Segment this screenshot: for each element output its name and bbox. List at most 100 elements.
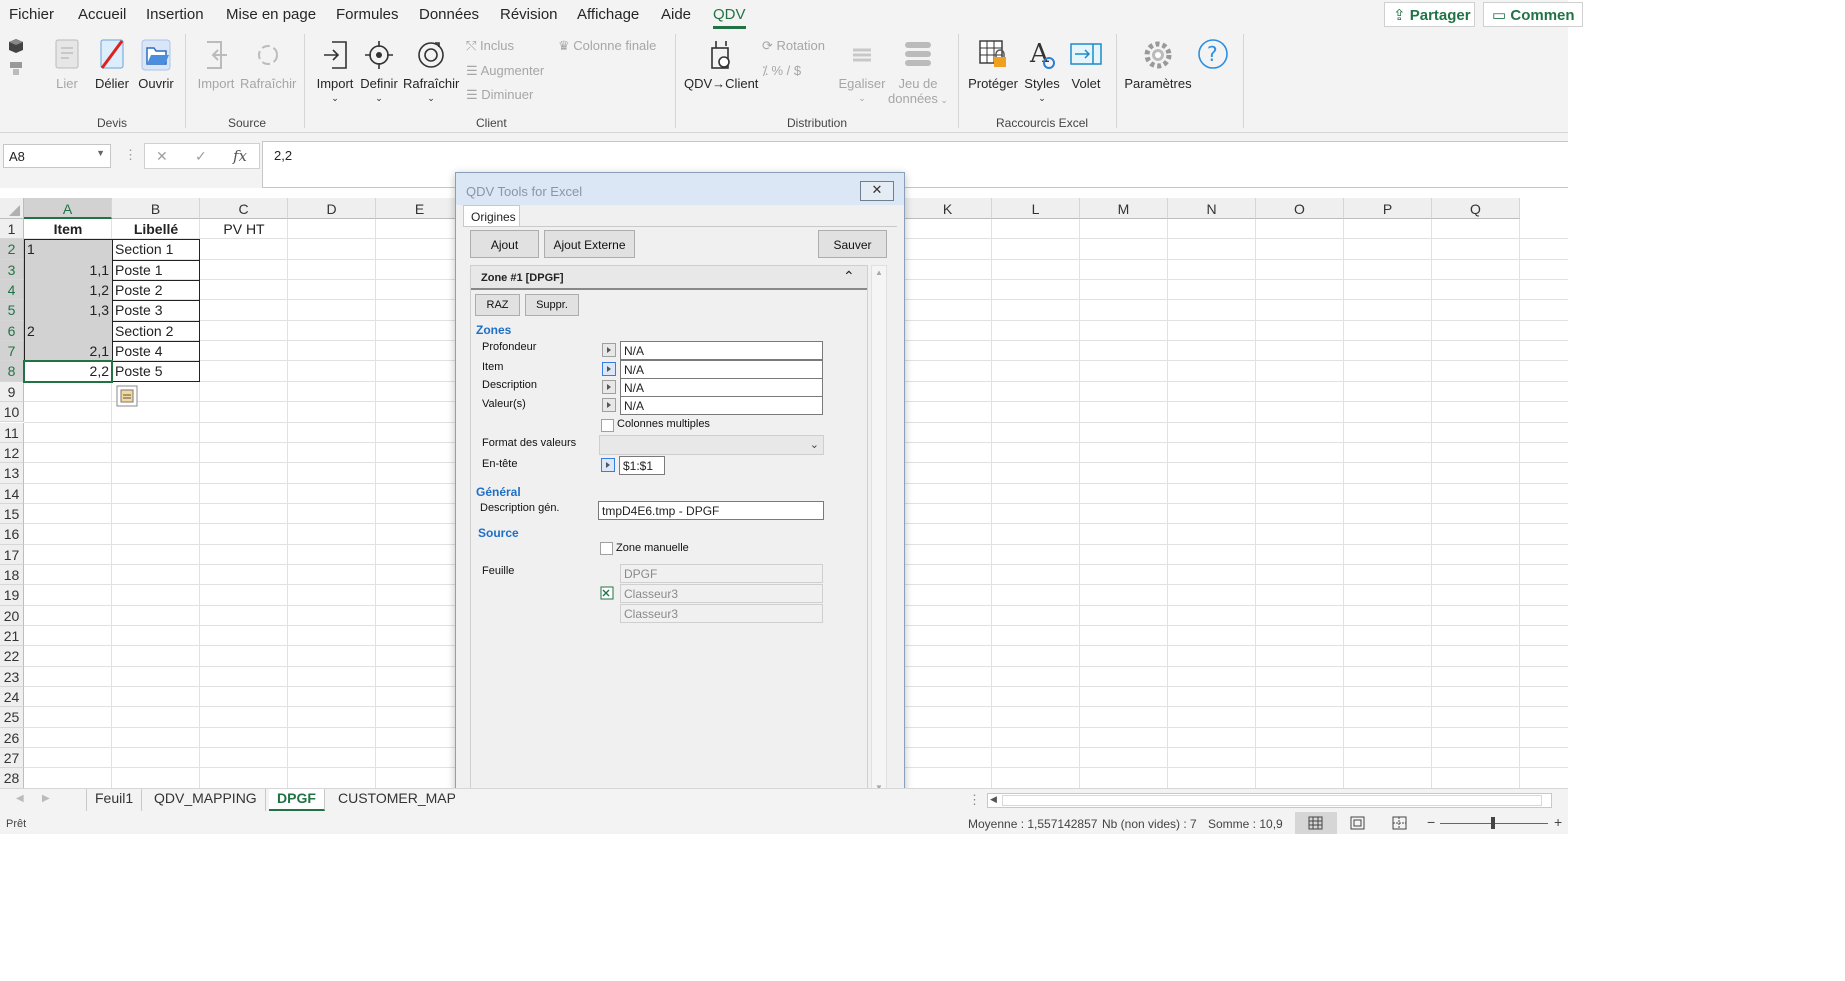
menu-revision[interactable]: Révision xyxy=(500,6,558,23)
menu-aide[interactable]: Aide xyxy=(661,6,691,23)
horizontal-scrollbar[interactable]: ◀ xyxy=(987,793,1552,808)
row-header-23[interactable]: 23 xyxy=(0,666,24,688)
zone-manuelle-checkbox[interactable] xyxy=(600,542,613,555)
rafraichir-client-button[interactable]: Rafraîchir ⌄ xyxy=(403,38,459,104)
column-header-k[interactable]: K xyxy=(904,198,992,219)
tools-icon[interactable] xyxy=(8,60,24,76)
diminuer-button[interactable]: ☰ Diminuer xyxy=(466,87,533,103)
cell-b4[interactable]: Poste 2 xyxy=(112,280,200,300)
row-header-17[interactable]: 17 xyxy=(0,544,24,565)
column-header-q[interactable]: Q xyxy=(1432,198,1520,219)
ajout-button[interactable]: Ajout xyxy=(470,230,539,258)
row-header-8[interactable]: 8 xyxy=(0,361,24,382)
enter-icon[interactable]: ✓ xyxy=(195,148,207,165)
row-header-1[interactable]: 1 xyxy=(0,219,24,240)
import-source-button[interactable]: Import xyxy=(196,38,236,91)
splitter-icon[interactable]: ⋮ xyxy=(968,792,981,808)
row-header-3[interactable]: 3 xyxy=(0,259,24,281)
classeur-field-2[interactable]: Classeur3 xyxy=(620,604,823,623)
name-box[interactable]: A8 ▼ xyxy=(3,144,111,168)
row-header-16[interactable]: 16 xyxy=(0,524,24,545)
column-header-l[interactable]: L xyxy=(992,198,1080,219)
normal-view-button[interactable] xyxy=(1295,812,1337,834)
menu-fichier[interactable]: Fichier xyxy=(9,6,54,23)
page-layout-icon[interactable] xyxy=(1350,816,1365,830)
ouvrir-button[interactable]: Ouvrir xyxy=(136,38,176,91)
row-header-26[interactable]: 26 xyxy=(0,727,24,749)
format-valeurs-select[interactable]: ⌄ xyxy=(599,435,824,455)
colonne-finale-button[interactable]: ♛ Colonne finale xyxy=(558,38,656,54)
column-header-c[interactable]: C xyxy=(200,198,288,219)
column-header-n[interactable]: N xyxy=(1168,198,1256,219)
cell-a5[interactable]: 1,3 xyxy=(24,300,112,320)
cell-a1[interactable]: Item xyxy=(24,219,112,239)
row-header-9[interactable]: 9 xyxy=(0,381,24,403)
egaliser-button[interactable]: Egaliser ⌄ xyxy=(838,38,886,104)
row-header-7[interactable]: 7 xyxy=(0,341,24,362)
menu-donnees[interactable]: Données xyxy=(419,6,479,23)
select-all-corner[interactable] xyxy=(0,198,24,219)
tab-scroll-right-icon[interactable]: ▶ xyxy=(42,793,50,804)
row-header-20[interactable]: 20 xyxy=(0,605,24,626)
help-button[interactable]: ? xyxy=(1196,38,1230,76)
colonnes-multiples-checkbox[interactable] xyxy=(601,419,614,432)
volet-button[interactable]: Volet xyxy=(1066,38,1106,91)
cell-a2[interactable]: 1 xyxy=(24,239,112,259)
inclus-button[interactable]: ⤲ Inclus xyxy=(466,38,514,54)
collapse-chevron-icon[interactable]: ⌃ xyxy=(843,268,855,285)
cancel-icon[interactable]: ✕ xyxy=(156,148,168,165)
row-header-15[interactable]: 15 xyxy=(0,503,24,525)
tab-scroll-left-icon[interactable]: ◀ xyxy=(16,793,24,804)
row-header-27[interactable]: 27 xyxy=(0,748,24,769)
column-header-e[interactable]: E xyxy=(376,198,464,219)
menu-qdv[interactable]: QDV xyxy=(713,6,746,29)
scroll-left-icon[interactable]: ◀ xyxy=(990,794,997,805)
rafraichir-source-button[interactable]: Rafraîchir xyxy=(240,38,296,91)
row-header-13[interactable]: 13 xyxy=(0,463,24,484)
row-header-21[interactable]: 21 xyxy=(0,626,24,647)
cell-b3[interactable]: Poste 1 xyxy=(112,260,200,280)
classeur-field-1[interactable]: Classeur3 xyxy=(620,584,823,603)
scrollbar-thumb[interactable] xyxy=(1002,795,1542,806)
row-header-22[interactable]: 22 xyxy=(0,646,24,667)
zoom-slider-thumb[interactable] xyxy=(1491,817,1495,829)
item-field[interactable]: N/A xyxy=(620,360,823,379)
menu-accueil[interactable]: Accueil xyxy=(78,6,126,23)
cell-a7[interactable]: 2,1 xyxy=(24,341,112,361)
dialog-scrollbar[interactable]: ▲ ▼ xyxy=(871,265,887,795)
raz-button[interactable]: RAZ xyxy=(475,294,520,316)
valeurs-field[interactable]: N/A xyxy=(620,396,823,415)
row-header-4[interactable]: 4 xyxy=(0,280,24,301)
zone-header[interactable]: Zone #1 [DPGF] ⌃ xyxy=(471,266,867,290)
share-button[interactable]: ⇪ Partager xyxy=(1384,2,1475,27)
column-header-d[interactable]: D xyxy=(288,198,376,219)
ajout-externe-button[interactable]: Ajout Externe xyxy=(544,230,635,258)
rotation-button[interactable]: ⟳ Rotation xyxy=(762,38,825,54)
menu-affichage[interactable]: Affichage xyxy=(577,6,639,23)
row-header-10[interactable]: 10 xyxy=(0,402,24,423)
entete-field[interactable]: $1:$1 xyxy=(619,456,665,475)
scroll-up-icon[interactable]: ▲ xyxy=(875,268,883,277)
paste-options-icon[interactable] xyxy=(116,385,138,407)
definir-button[interactable]: Definir ⌄ xyxy=(358,38,400,104)
feuille-field[interactable]: DPGF xyxy=(620,564,823,583)
cell-b2[interactable]: Section 1 xyxy=(112,239,200,259)
tab-origines[interactable]: Origines xyxy=(463,205,520,227)
cell-a3[interactable]: 1,1 xyxy=(24,260,112,280)
pick-entete-button[interactable] xyxy=(601,458,615,472)
parametres-button[interactable]: Paramètres xyxy=(1124,38,1192,91)
description-gen-field[interactable]: tmpD4E6.tmp - DPGF xyxy=(598,501,824,520)
excel-workbook-icon[interactable] xyxy=(600,586,614,600)
row-header-18[interactable]: 18 xyxy=(0,564,24,586)
row-header-28[interactable]: 28 xyxy=(0,768,24,788)
sheet-tab-qdv-mapping[interactable]: QDV_MAPPING xyxy=(146,789,266,811)
row-header-2[interactable]: 2 xyxy=(0,239,24,260)
pick-profondeur-button[interactable] xyxy=(602,343,616,357)
close-button[interactable]: ✕ xyxy=(860,181,894,201)
augmenter-button[interactable]: ☰ Augmenter xyxy=(466,63,544,79)
column-header-a[interactable]: A xyxy=(24,198,112,219)
cell-b5[interactable]: Poste 3 xyxy=(112,300,200,320)
page-break-icon[interactable] xyxy=(1392,816,1407,830)
row-header-19[interactable]: 19 xyxy=(0,585,24,606)
cell-b1[interactable]: Libellé xyxy=(112,219,200,239)
